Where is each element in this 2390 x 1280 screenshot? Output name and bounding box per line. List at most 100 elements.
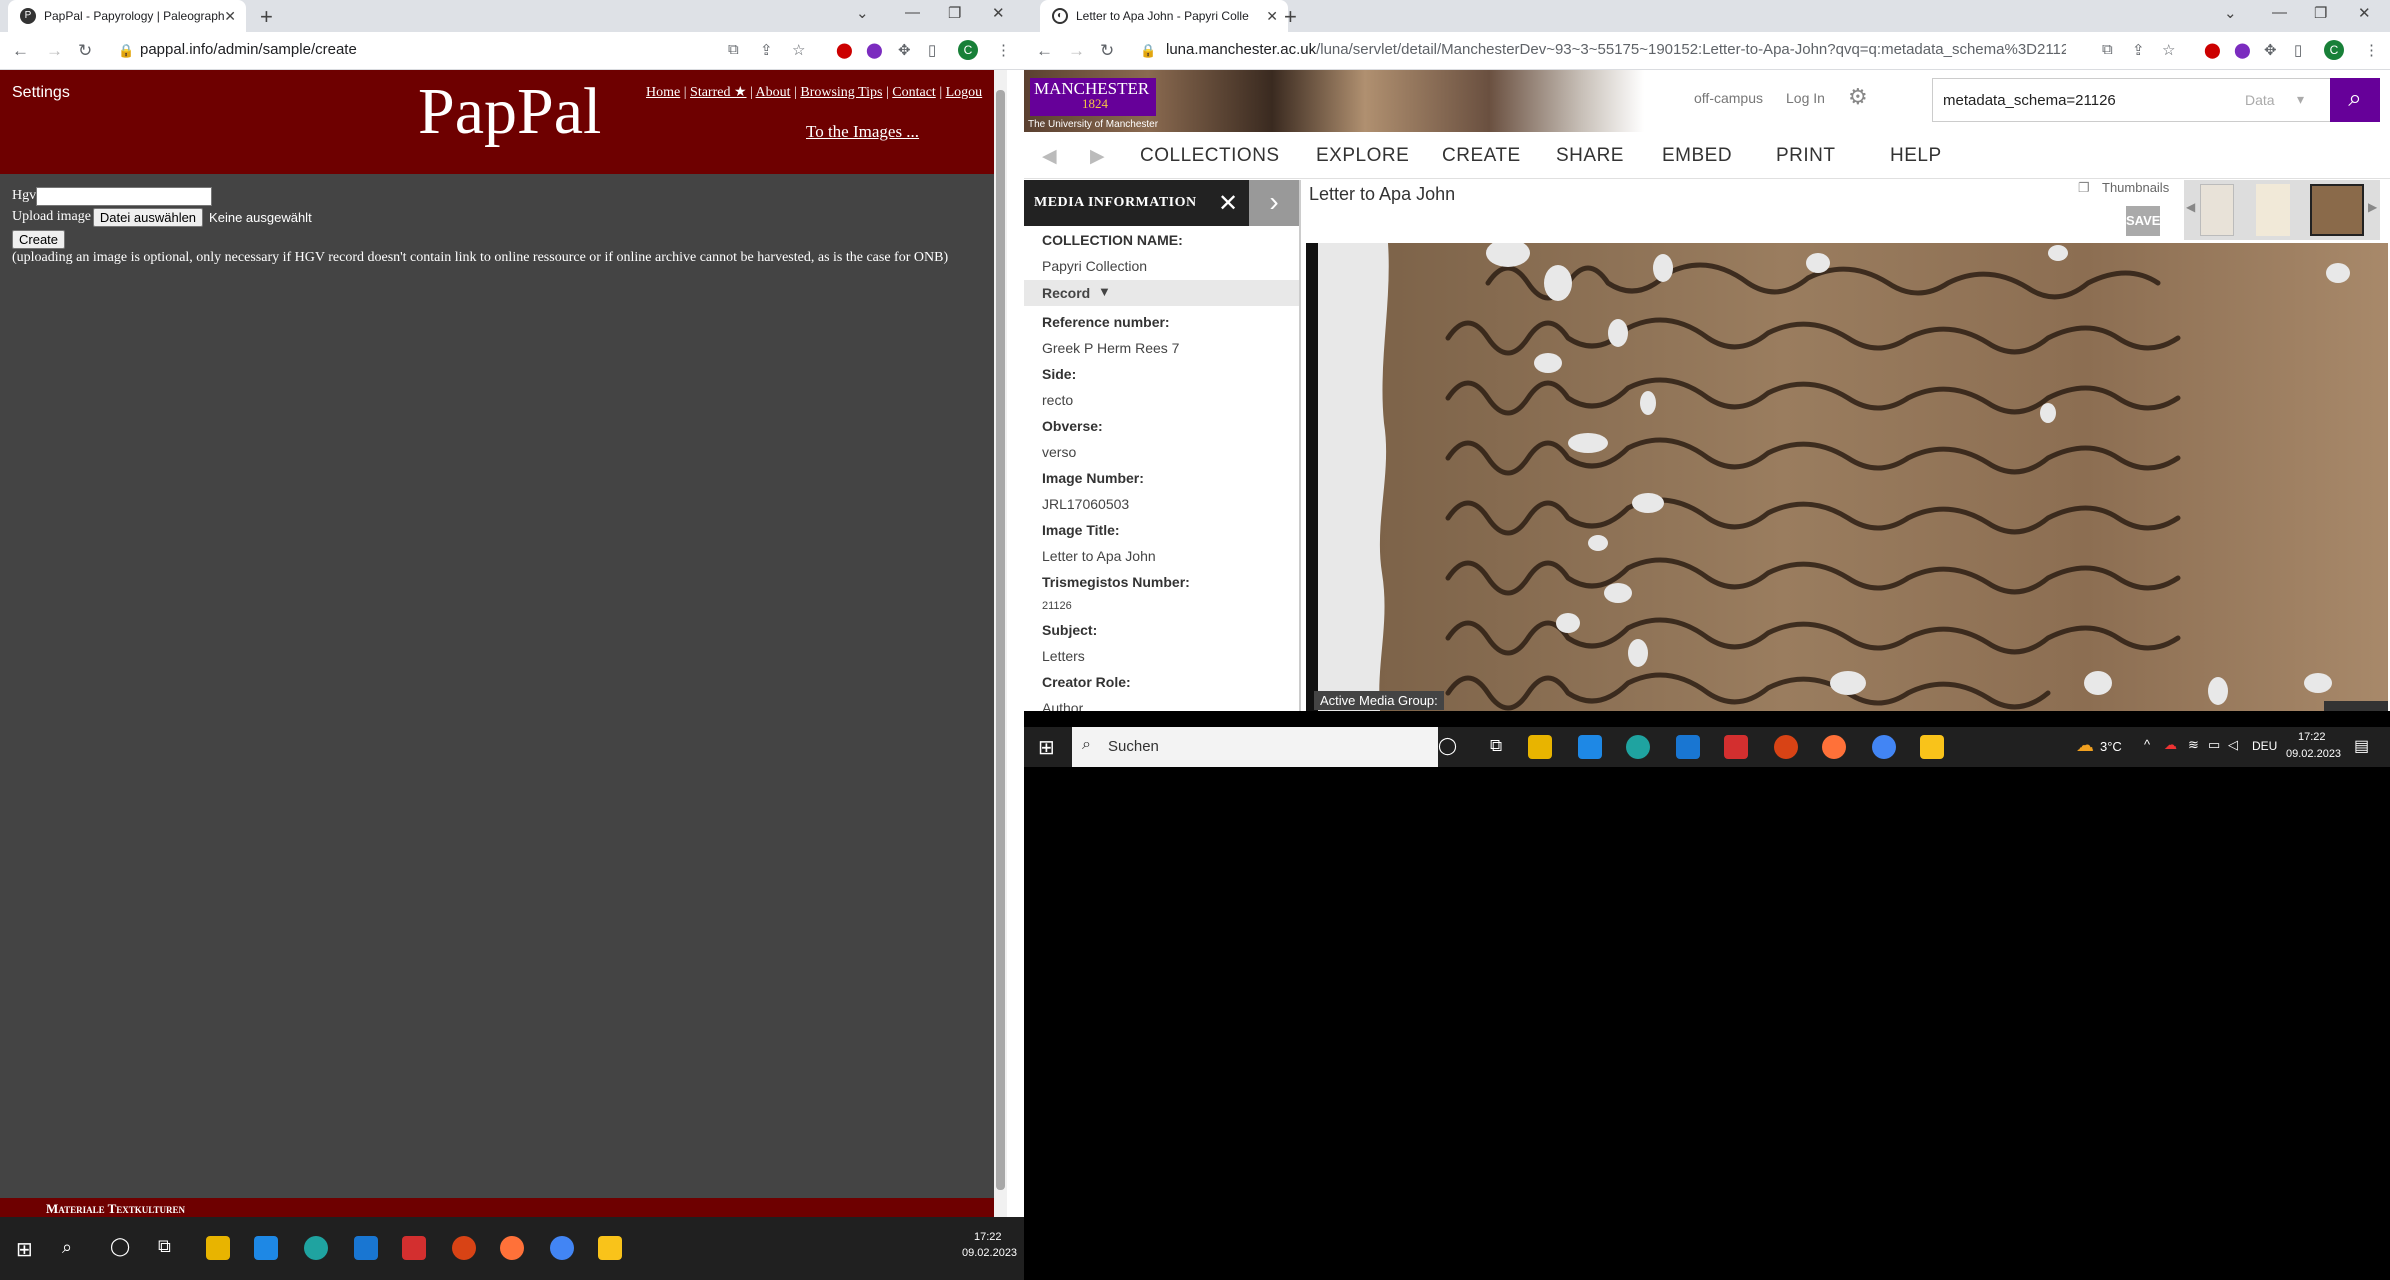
extension-icon[interactable]: ⬤	[866, 41, 883, 59]
battery-icon[interactable]: ▭	[2208, 737, 2220, 753]
windows-start-icon[interactable]: ⊞	[1038, 735, 1055, 760]
nav-home[interactable]: Home	[646, 85, 680, 100]
store-icon[interactable]	[254, 1236, 278, 1260]
profile-avatar[interactable]: C	[958, 40, 978, 60]
menu-explore[interactable]: EXPLORE	[1316, 145, 1409, 167]
search-icon[interactable]: ⌕	[62, 1237, 72, 1258]
field-value[interactable]: JRL17060503	[1042, 496, 1129, 512]
forward-icon[interactable]: →	[1068, 41, 1085, 61]
back-icon[interactable]: ←	[1036, 41, 1053, 61]
save-button[interactable]: SAVE	[2126, 206, 2160, 236]
thumbnail-item[interactable]	[2200, 184, 2234, 236]
task-view-icon[interactable]: ⧉	[1490, 736, 1502, 756]
right-url[interactable]: luna.manchester.ac.uk/luna/servlet/detai…	[1166, 41, 2066, 58]
cortana-icon[interactable]: ◯	[110, 1236, 130, 1257]
field-value[interactable]: Author	[1042, 700, 1083, 711]
weather-icon[interactable]: ☁	[2076, 735, 2094, 756]
nav-about[interactable]: About	[756, 85, 791, 100]
task-view-icon[interactable]: ⧉	[158, 1236, 171, 1257]
acrobat-icon[interactable]	[402, 1236, 426, 1260]
tab-search-icon[interactable]: ⌄	[2224, 4, 2237, 22]
minimize-icon[interactable]: —	[905, 4, 920, 21]
share-icon[interactable]: ⇪	[760, 41, 773, 59]
file-explorer-icon[interactable]	[1528, 735, 1552, 759]
nav-contact[interactable]: Contact	[892, 85, 936, 100]
menu-embed[interactable]: EMBED	[1662, 145, 1732, 167]
thumbnails-label[interactable]: Thumbnails	[2102, 180, 2169, 195]
clock-date[interactable]: 09.02.2023	[962, 1247, 1017, 1259]
papyrus-image-viewer[interactable]: Active Media Group:	[1306, 243, 2388, 711]
chevron-down-icon[interactable]: ▾	[2297, 91, 2304, 108]
volume-icon[interactable]: ◁	[2228, 737, 2238, 753]
left-active-tab[interactable]: P PapPal - Papyrology | Paleograph ✕	[8, 0, 246, 32]
footer-text[interactable]: Materiale Textkulturen	[46, 1201, 185, 1217]
nav-browsing-tips[interactable]: Browsing Tips	[800, 85, 882, 100]
settings-link[interactable]: Settings	[12, 84, 70, 102]
left-url[interactable]: pappal.info/admin/sample/create	[140, 41, 700, 58]
prev-arrow-icon[interactable]: ◀	[1042, 145, 1057, 168]
taskbar-search-box[interactable]: ⌕ Suchen	[1072, 727, 1438, 767]
settings-gear-icon[interactable]: ⚙	[1848, 84, 1868, 110]
reload-icon[interactable]: ↻	[1100, 41, 1114, 61]
tray-app-icon[interactable]: ☁	[2164, 737, 2177, 753]
language-indicator[interactable]: DEU	[2252, 739, 2277, 753]
close-tab-icon[interactable]: ✕	[224, 8, 236, 25]
file-explorer-icon[interactable]	[206, 1236, 230, 1260]
translate-icon[interactable]: ⧉	[2102, 41, 2113, 58]
edge-icon[interactable]	[304, 1236, 328, 1260]
login-link[interactable]: Log In	[1786, 90, 1825, 106]
reload-icon[interactable]: ↻	[78, 41, 92, 61]
close-panel-icon[interactable]: ✕	[1218, 189, 1238, 218]
lock-icon[interactable]: 🔒	[1140, 43, 1156, 59]
new-tab-icon[interactable]: +	[1284, 4, 1297, 30]
clock-time[interactable]: 17:22	[2298, 731, 2326, 743]
close-window-icon[interactable]: ✕	[992, 4, 1005, 22]
nav-logout[interactable]: Logou	[946, 85, 983, 100]
file-manager-icon[interactable]	[598, 1236, 622, 1260]
hgv-input[interactable]	[36, 186, 213, 206]
search-scope[interactable]: Data	[2245, 92, 2275, 108]
windows-start-icon[interactable]: ⊞	[16, 1237, 33, 1262]
restore-icon[interactable]: ❐	[948, 4, 961, 22]
sidepanel-icon[interactable]: ▯	[928, 41, 936, 59]
nav-starred[interactable]: Starred ★	[690, 85, 746, 100]
powerpoint-icon[interactable]	[1774, 735, 1798, 759]
extension-icon[interactable]: ⬤	[2204, 41, 2221, 59]
puzzle-icon[interactable]: ✥	[898, 41, 911, 59]
firefox-icon[interactable]	[500, 1236, 524, 1260]
scrollbar-thumb[interactable]	[996, 90, 1005, 1190]
bookmark-star-icon[interactable]: ☆	[792, 41, 805, 59]
search-value[interactable]: metadata_schema=21126	[1943, 92, 2116, 109]
notification-icon[interactable]: ▤	[2354, 736, 2369, 756]
tray-chevron-icon[interactable]: ^	[2144, 737, 2150, 752]
pappal-logo[interactable]: PapPal	[418, 74, 601, 150]
menu-share[interactable]: SHARE	[1556, 145, 1624, 167]
clock-time[interactable]: 17:22	[974, 1231, 1002, 1243]
back-icon[interactable]: ←	[12, 41, 29, 61]
viewer-control-bar[interactable]	[2324, 701, 2388, 711]
manchester-logo[interactable]: MANCHESTER 1824	[1030, 78, 1156, 116]
store-icon[interactable]	[1578, 735, 1602, 759]
field-value[interactable]: 21126	[1042, 600, 1072, 612]
puzzle-icon[interactable]: ✥	[2264, 41, 2277, 59]
vertical-scrollbar[interactable]	[994, 70, 1007, 1217]
menu-icon[interactable]: ⋮	[996, 41, 1011, 59]
acrobat-icon[interactable]	[1724, 735, 1748, 759]
tab-search-icon[interactable]: ⌄	[856, 4, 869, 22]
edge-icon[interactable]	[1626, 735, 1650, 759]
file-choose-button[interactable]: Datei auswählen	[92, 207, 204, 227]
menu-help[interactable]: HELP	[1890, 145, 1942, 167]
mail-icon[interactable]	[354, 1236, 378, 1260]
new-tab-icon[interactable]: +	[260, 4, 273, 30]
chevron-left-icon[interactable]: ◀	[2186, 200, 2195, 214]
create-button[interactable]: Create	[12, 229, 66, 249]
panel-expand-button[interactable]: ›	[1249, 180, 1299, 226]
sidepanel-icon[interactable]: ▯	[2294, 41, 2302, 59]
right-active-tab[interactable]: ◐ Letter to Apa John - Papyri Colle ✕	[1040, 0, 1288, 32]
field-value[interactable]: recto	[1042, 392, 1073, 408]
menu-print[interactable]: PRINT	[1776, 145, 1836, 167]
to-images-link[interactable]: To the Images ...	[806, 122, 919, 142]
close-tab-icon[interactable]: ✕	[1266, 8, 1278, 25]
menu-collections[interactable]: COLLECTIONS	[1140, 145, 1280, 167]
close-window-icon[interactable]: ✕	[2358, 4, 2371, 22]
